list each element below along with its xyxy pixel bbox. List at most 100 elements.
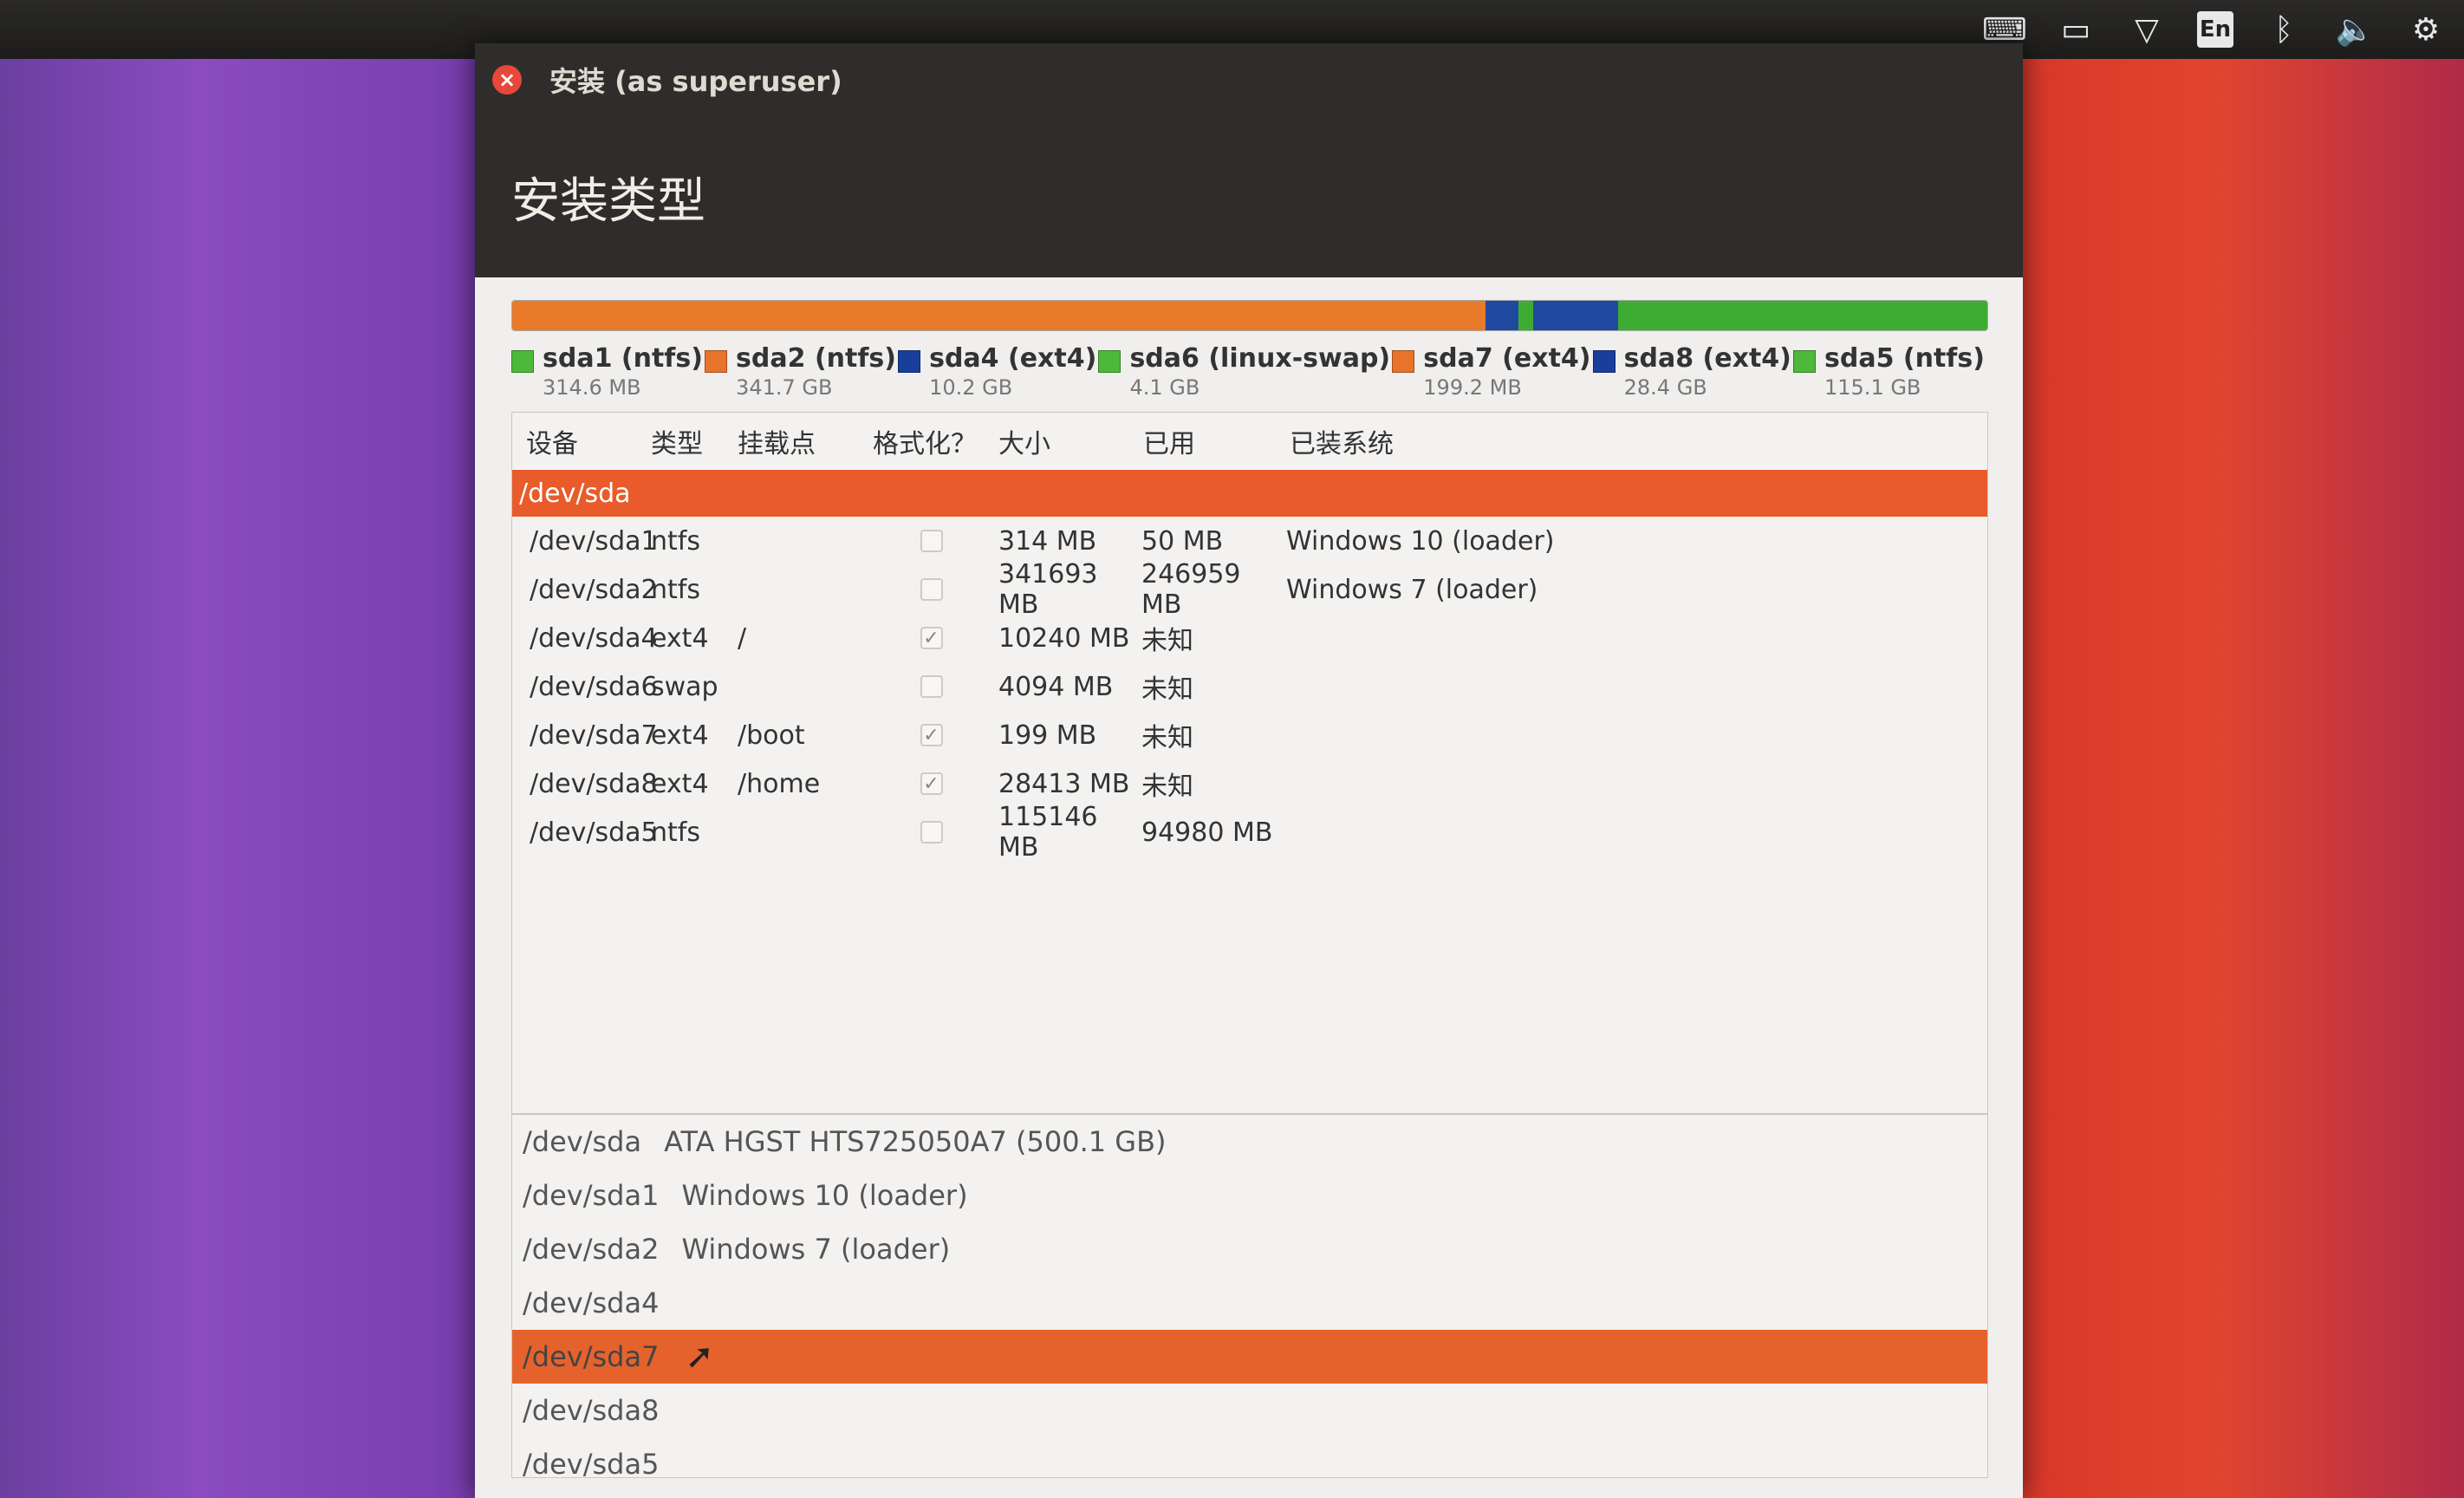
legend-size: 10.2 GB xyxy=(929,375,1013,400)
partition-bar xyxy=(511,300,1988,331)
cell-size: 10240 MB xyxy=(998,622,1130,654)
col-type[interactable]: 类型 xyxy=(651,422,738,460)
cell-device: /dev/sda4 xyxy=(530,622,658,654)
partition-segment xyxy=(1618,301,1987,330)
col-system[interactable]: 已装系统 xyxy=(1276,422,1394,460)
partition-segment xyxy=(1532,301,1619,330)
cell-type: ext4 xyxy=(651,720,709,751)
legend-size: 115.1 GB xyxy=(1824,375,1921,400)
legend-text: sda1 (ntfs) 314.6 MB xyxy=(543,343,703,400)
col-mount[interactable]: 挂载点 xyxy=(738,422,873,460)
window-title: 安装 (as superuser) xyxy=(549,65,842,98)
installer-window: × 安装 (as superuser) 安装类型 sda1 (ntfs) 314.… xyxy=(475,43,2023,1498)
cell-format: ✓ xyxy=(873,724,990,746)
format-checkbox[interactable] xyxy=(920,578,943,601)
table-row[interactable]: /dev/sda1 ntfs 314 MB 50 MB Windows 10 (load… xyxy=(512,517,1987,565)
legend-size: 28.4 GB xyxy=(1623,375,1707,400)
cell-type: swap xyxy=(651,671,718,702)
format-checkbox[interactable] xyxy=(920,530,943,552)
cell-format: ✓ xyxy=(873,627,990,649)
legend-item: sda4 (ext4) 10.2 GB xyxy=(898,343,1096,400)
wifi-icon[interactable]: ▽ xyxy=(2126,9,2168,50)
cell-size: 199 MB xyxy=(998,720,1097,751)
col-format[interactable]: 格式化？ xyxy=(873,422,990,460)
cell-format xyxy=(873,821,990,843)
boot-device: /dev/sda8 xyxy=(523,1394,660,1427)
partition-segment xyxy=(1518,301,1533,330)
cell-size: 28413 MB xyxy=(998,768,1130,799)
boot-desc: Windows 7 (loader) xyxy=(681,1233,951,1266)
cell-used: 未知 xyxy=(1141,723,1193,753)
table-row[interactable]: /dev/sda4 ext4 / ✓ 10240 MB 未知 xyxy=(512,614,1987,662)
partition-segment xyxy=(1486,301,1518,330)
cell-mount: /home xyxy=(738,768,821,799)
legend-name: sda5 (ntfs) xyxy=(1824,343,1985,374)
list-item[interactable]: /dev/sda8 xyxy=(512,1384,1987,1437)
format-checkbox[interactable]: ✓ xyxy=(920,772,943,795)
cell-device: /dev/sda6 xyxy=(530,671,658,702)
partition-table[interactable]: 设备 类型 挂载点 格式化？ 大小 已用 已装系统 /dev/sda /dev/… xyxy=(511,412,1988,1114)
disk-row[interactable]: /dev/sda xyxy=(512,470,1987,517)
legend-size: 314.6 MB xyxy=(543,375,641,400)
list-item[interactable]: /dev/sda5 xyxy=(512,1437,1987,1491)
legend-name: sda8 (ext4) xyxy=(1623,343,1791,374)
cell-format xyxy=(873,530,990,552)
list-item[interactable]: /dev/sda1 Windows 10 (loader) xyxy=(512,1169,1987,1222)
cell-format xyxy=(873,578,990,601)
cell-device: /dev/sda2 xyxy=(530,574,658,605)
table-row[interactable]: /dev/sda7 ext4/boot ✓ 199 MB 未知 xyxy=(512,711,1987,759)
legend-swatch xyxy=(898,350,921,373)
format-checkbox[interactable] xyxy=(920,821,943,843)
list-item[interactable]: /dev/sda2 Windows 7 (loader) xyxy=(512,1222,1987,1276)
cell-size: 341693 MB xyxy=(998,559,1098,620)
legend-name: sda2 (ntfs) xyxy=(736,343,896,374)
legend-name: sda1 (ntfs) xyxy=(543,343,703,374)
bootloader-device-list[interactable]: /dev/sda ATA HGST HTS725050A7 (500.1 GB) /… xyxy=(511,1114,1988,1481)
col-used[interactable]: 已用 xyxy=(1133,422,1276,460)
list-item[interactable]: /dev/sda4 xyxy=(512,1276,1987,1330)
table-row[interactable]: /dev/sda5 ntfs 115146 MB 94980 MB xyxy=(512,802,1987,863)
col-size[interactable]: 大小 xyxy=(990,422,1133,460)
legend-item: sda5 (ntfs) 115.1 GB xyxy=(1793,343,1985,400)
format-checkbox[interactable]: ✓ xyxy=(920,627,943,649)
power-icon[interactable]: ⚙ xyxy=(2405,9,2447,50)
cell-used: 未知 xyxy=(1141,674,1193,705)
table-row[interactable]: /dev/sda2 ntfs 341693 MB 246959 MB Windows 7… xyxy=(512,559,1987,620)
battery-icon[interactable]: ▭ xyxy=(2055,9,2097,50)
disk-name: /dev/sda xyxy=(519,478,631,509)
boot-desc: ATA HGST HTS725050A7 (500.1 GB) xyxy=(664,1125,1167,1158)
cell-device: /dev/sda1 xyxy=(530,525,658,557)
legend-swatch xyxy=(705,350,728,373)
cell-used: 246959 MB xyxy=(1141,559,1241,620)
boot-device: /dev/sda1 xyxy=(523,1179,660,1212)
list-item[interactable]: /dev/sda7 ➚ xyxy=(512,1330,1987,1384)
titlebar: × 安装 (as superuser) xyxy=(475,43,2023,116)
legend-item: sda1 (ntfs) 314.6 MB xyxy=(511,343,703,400)
legend-swatch xyxy=(1592,350,1616,373)
format-checkbox[interactable] xyxy=(920,675,943,698)
cell-system: Windows 7 (loader) xyxy=(1286,574,1538,605)
cell-type: ntfs xyxy=(651,574,700,605)
table-row[interactable]: /dev/sda8 ext4/home ✓ 28413 MB 未知 xyxy=(512,759,1987,808)
legend-item: sda6 (linux-swap) 4.1 GB xyxy=(1098,343,1390,400)
bluetooth-icon[interactable]: ᛒ xyxy=(2263,9,2305,50)
page-header: 安装类型 xyxy=(475,116,2023,277)
language-indicator[interactable]: En xyxy=(2197,11,2233,48)
table-row[interactable]: /dev/sda6 swap 4094 MB 未知 xyxy=(512,662,1987,711)
cell-format: ✓ xyxy=(873,772,990,795)
cell-size: 4094 MB xyxy=(998,671,1114,702)
legend-name: sda6 (linux-swap) xyxy=(1129,343,1391,374)
cell-size: 115146 MB xyxy=(998,802,1098,863)
cell-used: 50 MB xyxy=(1141,525,1224,557)
legend-swatch xyxy=(1793,350,1816,373)
legend-swatch xyxy=(1392,350,1415,373)
legend-item: sda7 (ext4) 199.2 MB xyxy=(1392,343,1591,400)
boot-device: /dev/sda5 xyxy=(523,1448,660,1481)
col-device[interactable]: 设备 xyxy=(512,422,651,460)
format-checkbox[interactable]: ✓ xyxy=(920,724,943,746)
volume-icon[interactable]: 🔈 xyxy=(2334,9,2376,50)
list-item[interactable]: /dev/sda ATA HGST HTS725050A7 (500.1 GB) xyxy=(512,1115,1987,1169)
close-icon[interactable]: × xyxy=(492,65,522,94)
legend-swatch xyxy=(511,350,534,373)
boot-device: /dev/sda4 xyxy=(523,1286,660,1319)
